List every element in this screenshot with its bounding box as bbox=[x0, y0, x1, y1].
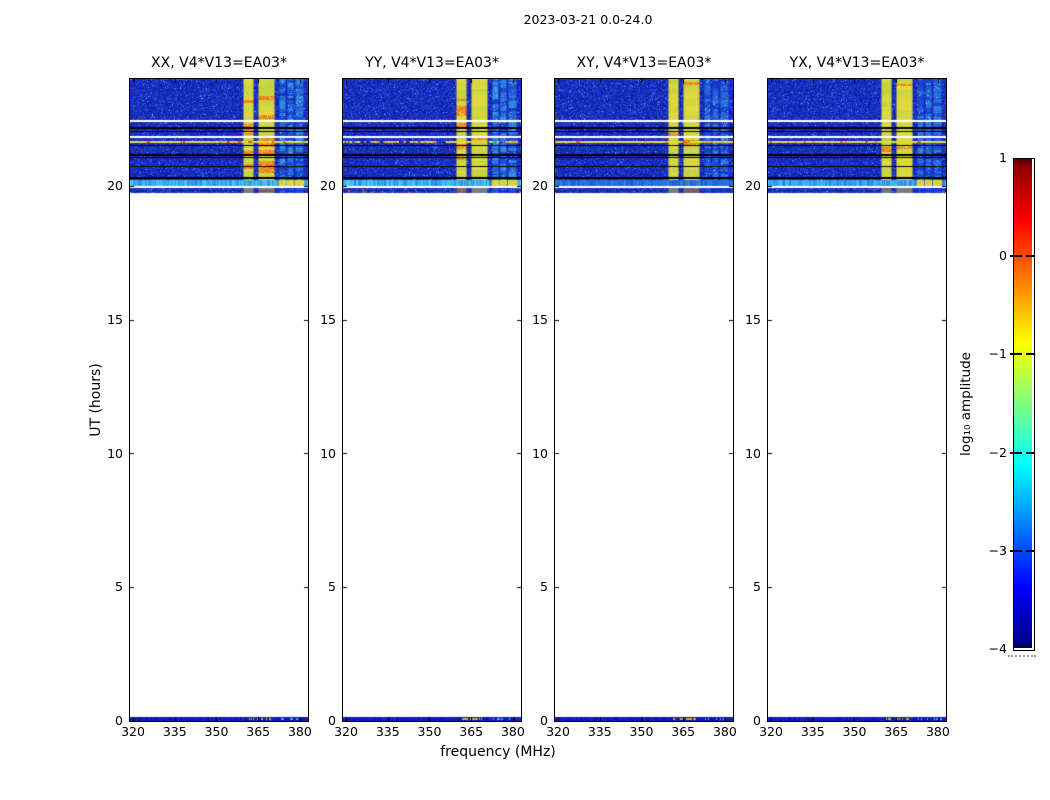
panel-title-yx: YX, V4*V13=EA03* bbox=[789, 55, 925, 71]
figure: 2023-03-21 0.0-24.0 UT (hours) frequency… bbox=[0, 0, 1050, 800]
plot-area-xy bbox=[554, 78, 734, 722]
x-axis-label: frequency (MHz) bbox=[440, 744, 556, 760]
y-tick-label: 5 bbox=[115, 579, 123, 595]
x-tick-label: 350 bbox=[417, 724, 442, 739]
y-tick-label: 5 bbox=[328, 579, 336, 595]
colorbar-tick bbox=[1010, 353, 1022, 356]
x-tick-label: 350 bbox=[204, 724, 229, 739]
colorbar-tick bbox=[1026, 451, 1034, 454]
colorbar-tick-label: −4 bbox=[988, 641, 1007, 656]
x-tick-label: 350 bbox=[842, 724, 867, 739]
y-tick-label: 15 bbox=[320, 311, 336, 327]
colorbar-canvas bbox=[1014, 159, 1032, 648]
x-tick-label: 365 bbox=[246, 724, 271, 739]
colorbar-tick-label: −3 bbox=[988, 542, 1007, 558]
colorbar-tick bbox=[1026, 353, 1034, 356]
colorbar-tick bbox=[1026, 549, 1034, 552]
y-tick-label: 20 bbox=[320, 178, 336, 193]
y-tick-label: 10 bbox=[107, 445, 123, 461]
colorbar-tick-label: 0 bbox=[999, 248, 1007, 264]
x-tick-label: 335 bbox=[375, 724, 400, 739]
colorbar-tick-label: 1 bbox=[999, 150, 1007, 165]
x-tick-label: 335 bbox=[162, 724, 187, 739]
panel-title-xy: XY, V4*V13=EA03* bbox=[576, 55, 712, 71]
x-tick-label: 335 bbox=[800, 724, 825, 739]
y-tick-label: 20 bbox=[107, 178, 123, 193]
x-tick-label: 335 bbox=[587, 724, 612, 739]
plot-area-yy bbox=[342, 78, 522, 722]
colorbar bbox=[1013, 158, 1035, 651]
y-tick-label: 15 bbox=[107, 311, 123, 327]
y-axis-label: UT (hours) bbox=[88, 363, 104, 437]
colorbar-extend-dots bbox=[1008, 655, 1036, 657]
x-tick-label: 365 bbox=[671, 724, 696, 739]
plot-area-xx bbox=[129, 78, 309, 722]
panel-title-yy: YY, V4*V13=EA03* bbox=[365, 55, 499, 71]
y-tick-label: 10 bbox=[532, 445, 548, 461]
y-tick-label: 5 bbox=[753, 579, 761, 595]
x-tick-label: 320 bbox=[334, 724, 358, 739]
y-tick-label: 10 bbox=[745, 445, 761, 461]
colorbar-tick bbox=[1010, 255, 1022, 258]
x-tick-label: 320 bbox=[546, 724, 570, 739]
panel-title-xx: XX, V4*V13=EA03* bbox=[151, 55, 287, 71]
colorbar-tick bbox=[1026, 255, 1034, 258]
x-tick-label: 350 bbox=[629, 724, 654, 739]
y-tick-label: 5 bbox=[540, 579, 548, 595]
x-tick-label: 365 bbox=[459, 724, 484, 739]
plot-area-yx bbox=[767, 78, 947, 722]
y-tick-label: 20 bbox=[745, 178, 761, 193]
x-tick-label: 380 bbox=[925, 724, 950, 739]
y-tick-label: 20 bbox=[532, 178, 548, 193]
figure-title: 2023-03-21 0.0-24.0 bbox=[523, 12, 653, 27]
x-tick-label: 320 bbox=[121, 724, 145, 739]
spectrogram-canvas-xy bbox=[555, 79, 733, 721]
x-tick-label: 365 bbox=[884, 724, 909, 739]
y-tick-label: 15 bbox=[745, 311, 761, 327]
y-tick-label: 15 bbox=[532, 311, 548, 327]
colorbar-tick bbox=[1010, 451, 1022, 454]
spectrogram-canvas-yy bbox=[343, 79, 521, 721]
colorbar-tick-label: −1 bbox=[988, 346, 1007, 362]
colorbar-tick-label: −2 bbox=[988, 444, 1007, 460]
x-tick-label: 320 bbox=[759, 724, 783, 739]
colorbar-label: log₁₀ amplitude bbox=[958, 352, 974, 456]
spectrogram-canvas-xx bbox=[130, 79, 308, 721]
colorbar-tick bbox=[1010, 549, 1022, 552]
spectrogram-canvas-yx bbox=[768, 79, 946, 721]
y-tick-label: 10 bbox=[320, 445, 336, 461]
